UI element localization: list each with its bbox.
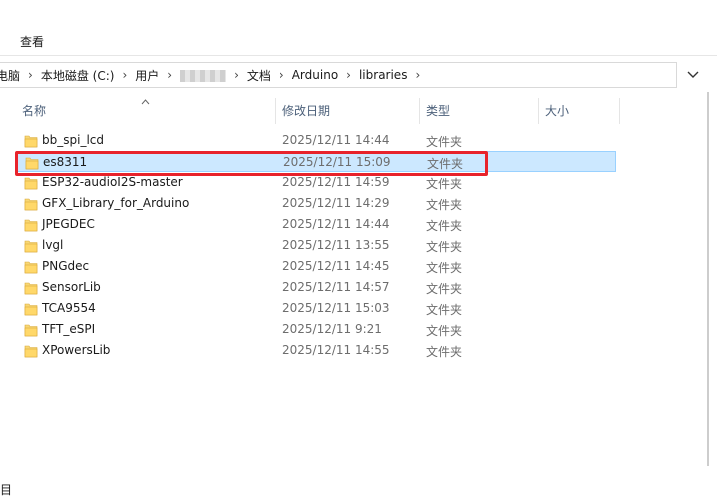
breadcrumb-separator-icon[interactable]: › bbox=[122, 68, 127, 82]
file-type: 文件夹 bbox=[426, 261, 463, 275]
folder-icon bbox=[24, 133, 38, 148]
redacted-username bbox=[180, 69, 227, 82]
file-name[interactable]: TCA9554 bbox=[42, 301, 96, 315]
file-name[interactable]: PNGdec bbox=[42, 259, 89, 273]
file-row[interactable]: JPEGDEC 2025/12/11 14:44 文件夹 bbox=[16, 214, 616, 235]
file-modified-date: 2025/12/11 14:29 bbox=[282, 196, 390, 210]
file-modified-date: 2025/12/11 15:03 bbox=[282, 301, 390, 315]
breadcrumb-local-disk[interactable]: 本地磁盘 (C:) bbox=[41, 67, 115, 84]
file-modified-date: 2025/12/11 13:55 bbox=[282, 238, 390, 252]
folder-icon bbox=[24, 280, 38, 295]
file-type: 文件夹 bbox=[426, 282, 463, 296]
file-name[interactable]: JPEGDEC bbox=[42, 217, 95, 231]
file-type: 文件夹 bbox=[426, 198, 463, 212]
vertical-scrollbar[interactable] bbox=[700, 92, 717, 472]
breadcrumb-separator-icon[interactable]: › bbox=[279, 68, 284, 82]
file-modified-date: 2025/12/11 14:55 bbox=[282, 343, 390, 357]
folder-icon bbox=[24, 196, 38, 211]
file-modified-date: 2025/12/11 14:45 bbox=[282, 259, 390, 273]
folder-icon bbox=[24, 322, 38, 337]
ribbon: 查看 bbox=[0, 0, 717, 56]
column-header-modified[interactable]: 修改日期 bbox=[282, 102, 330, 119]
breadcrumb-separator-icon[interactable]: › bbox=[167, 68, 172, 82]
address-bar[interactable]: 电脑 › 本地磁盘 (C:) › 用户 › › 文档 › Arduino › l… bbox=[0, 62, 717, 88]
column-divider[interactable] bbox=[419, 98, 420, 124]
annotation-highlight-box bbox=[15, 151, 488, 176]
breadcrumb-username-redacted[interactable] bbox=[180, 68, 227, 82]
file-modified-date: 2025/12/11 14:57 bbox=[282, 280, 390, 294]
column-header-row: 名称 修改日期 类型 大小 bbox=[0, 92, 717, 126]
file-row[interactable]: GFX_Library_for_Arduino 2025/12/11 14:29 文… bbox=[16, 193, 616, 214]
file-type: 文件夹 bbox=[426, 219, 463, 233]
file-type: 文件夹 bbox=[426, 177, 463, 191]
folder-icon bbox=[24, 343, 38, 358]
breadcrumb-arduino[interactable]: Arduino bbox=[292, 68, 338, 82]
breadcrumb-separator-icon[interactable]: › bbox=[415, 68, 420, 82]
file-type: 文件夹 bbox=[426, 240, 463, 254]
folder-icon bbox=[24, 175, 38, 190]
folder-icon bbox=[24, 301, 38, 316]
column-divider[interactable] bbox=[619, 98, 620, 124]
file-modified-date: 2025/12/11 9:21 bbox=[282, 322, 382, 336]
file-row[interactable]: PNGdec 2025/12/11 14:45 文件夹 bbox=[16, 256, 616, 277]
status-item-count: 目 bbox=[0, 483, 13, 497]
file-row[interactable]: SensorLib 2025/12/11 14:57 文件夹 bbox=[16, 277, 616, 298]
status-bar: 目 bbox=[0, 478, 717, 499]
file-type: 文件夹 bbox=[426, 135, 463, 149]
file-type: 文件夹 bbox=[426, 324, 463, 338]
breadcrumb-libraries[interactable]: libraries bbox=[359, 68, 407, 82]
file-row[interactable]: lvgl 2025/12/11 13:55 文件夹 bbox=[16, 235, 616, 256]
breadcrumb-users[interactable]: 用户 bbox=[135, 67, 159, 84]
file-row[interactable]: bb_spi_lcd 2025/12/11 14:44 文件夹 bbox=[16, 130, 616, 151]
file-name[interactable]: bb_spi_lcd bbox=[42, 133, 104, 147]
file-row[interactable]: TCA9554 2025/12/11 15:03 文件夹 bbox=[16, 298, 616, 319]
column-header-type[interactable]: 类型 bbox=[426, 102, 450, 119]
column-header-size[interactable]: 大小 bbox=[545, 102, 569, 119]
folder-icon bbox=[24, 238, 38, 253]
column-header-name[interactable]: 名称 bbox=[22, 102, 46, 119]
breadcrumb-separator-icon[interactable]: › bbox=[234, 68, 239, 82]
file-name[interactable]: ESP32-audioI2S-master bbox=[42, 175, 183, 189]
breadcrumb-documents[interactable]: 文档 bbox=[247, 67, 271, 84]
scrollbar-thumb[interactable] bbox=[707, 92, 709, 466]
breadcrumb-separator-icon[interactable]: › bbox=[28, 68, 33, 82]
breadcrumb[interactable]: 电脑 › 本地磁盘 (C:) › 用户 › › 文档 › Arduino › l… bbox=[0, 62, 677, 88]
file-name[interactable]: SensorLib bbox=[42, 280, 101, 294]
file-name[interactable]: GFX_Library_for_Arduino bbox=[42, 196, 189, 210]
folder-icon bbox=[24, 259, 38, 274]
file-modified-date: 2025/12/11 14:44 bbox=[282, 133, 390, 147]
file-name[interactable]: TFT_eSPI bbox=[42, 322, 95, 336]
column-divider[interactable] bbox=[538, 98, 539, 124]
sort-ascending-icon bbox=[141, 94, 150, 108]
file-type: 文件夹 bbox=[426, 345, 463, 359]
file-modified-date: 2025/12/11 14:44 bbox=[282, 217, 390, 231]
file-type: 文件夹 bbox=[426, 303, 463, 317]
column-divider[interactable] bbox=[275, 98, 276, 124]
ribbon-tab-view[interactable]: 查看 bbox=[20, 33, 44, 50]
file-row[interactable]: TFT_eSPI 2025/12/11 9:21 文件夹 bbox=[16, 319, 616, 340]
file-modified-date: 2025/12/11 14:59 bbox=[282, 175, 390, 189]
folder-icon bbox=[24, 217, 38, 232]
file-name[interactable]: lvgl bbox=[42, 238, 63, 252]
file-row[interactable]: XPowersLib 2025/12/11 14:55 文件夹 bbox=[16, 340, 616, 361]
file-name[interactable]: XPowersLib bbox=[42, 343, 110, 357]
chevron-down-icon[interactable] bbox=[685, 67, 701, 83]
breadcrumb-separator-icon[interactable]: › bbox=[346, 68, 351, 82]
breadcrumb-this-pc[interactable]: 电脑 bbox=[0, 67, 20, 84]
